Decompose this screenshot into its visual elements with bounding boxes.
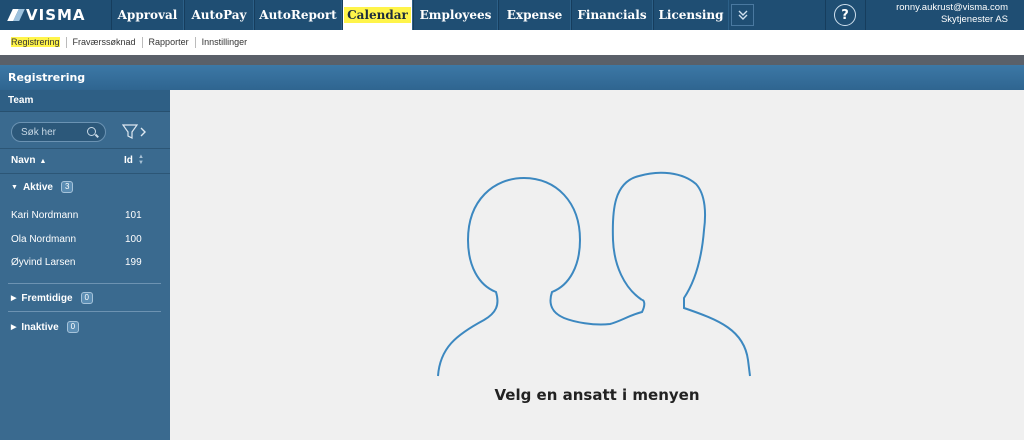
divider [8,283,161,284]
employee-sidebar: Team Søk her Navn ▲ Id ▲ ▼ ▼ Aktive 3 Kari… [0,90,170,440]
search-input[interactable]: Søk her [11,122,106,142]
filter-icon [121,124,146,139]
tab-approval[interactable]: Approval [111,0,184,30]
filter-button[interactable] [121,124,150,140]
help-icon: ? [841,7,849,23]
search-icon[interactable] [87,127,96,136]
tab-autopay[interactable]: AutoPay [184,0,254,30]
user-info[interactable]: ronny.aukrust@visma.com Skytjenester AS [896,2,1008,26]
search-placeholder: Søk her [21,126,57,138]
team-header: Team [0,90,170,112]
collapsed-triangle-icon: ▶ [11,324,17,331]
sort-ascending-icon: ▲ [39,158,47,165]
collapsed-triangle-icon: ▶ [11,295,17,302]
visma-logo[interactable]: VISMA [0,0,111,30]
user-email: ronny.aukrust@visma.com [896,2,1008,13]
brand-name: VISMA [26,6,86,24]
people-placeholder-icon [437,171,751,377]
sort-both-icon: ▲ ▼ [138,154,144,166]
chevron-double-down-icon [738,10,747,20]
group-aktive[interactable]: ▼ Aktive 3 [11,181,74,193]
page-title-bar: Registrering [0,65,1024,90]
list-item[interactable]: Øyvind Larsen 199 [11,257,151,268]
count-badge: 0 [80,292,93,304]
subnav-rapporter[interactable]: Rapporter [143,37,196,48]
count-badge: 0 [66,321,80,333]
subnav-fravaerssoknad[interactable]: Fraværssøknad [67,37,143,48]
column-headers: Navn ▲ Id ▲ ▼ [0,148,170,174]
tab-licensing[interactable]: Licensing [653,0,729,30]
subnav-innstillinger[interactable]: Innstillinger [196,37,254,48]
main-content: Velg en ansatt i menyen [170,90,1024,440]
visma-logo-icon [8,9,22,21]
subnav-registrering[interactable]: Registrering [0,37,67,48]
tab-autoreport[interactable]: AutoReport [254,0,342,30]
list-item[interactable]: Ola Nordmann 100 [11,234,151,245]
list-item[interactable]: Kari Nordmann 101 [11,210,151,221]
expanded-triangle-icon: ▼ [11,183,18,191]
column-id-header[interactable]: Id [124,155,133,166]
tab-expense[interactable]: Expense [498,0,571,30]
select-employee-prompt: Velg en ansatt i menyen [494,386,700,404]
page-title: Registrering [8,71,86,84]
help-button[interactable]: ? [834,4,856,26]
tab-employees[interactable]: Employees [413,0,498,30]
group-inaktive[interactable]: ▶ Inaktive 0 [11,321,80,333]
divider [8,311,161,312]
tab-calendar[interactable]: Calendar [342,0,413,30]
sub-nav: Registrering Fraværssøknad Rapporter Inn… [0,30,1024,55]
user-company: Skytjenester AS [940,14,1008,25]
top-nav-bar: VISMA Approval AutoPay AutoReport Calend… [0,0,1024,30]
count-badge: 3 [60,181,74,193]
divider-strip [0,55,1024,65]
group-fremtidige[interactable]: ▶ Fremtidige 0 [11,292,93,304]
tab-financials[interactable]: Financials [571,0,653,30]
column-name-header[interactable]: Navn ▲ [11,155,46,166]
more-tabs-button[interactable] [731,4,754,26]
